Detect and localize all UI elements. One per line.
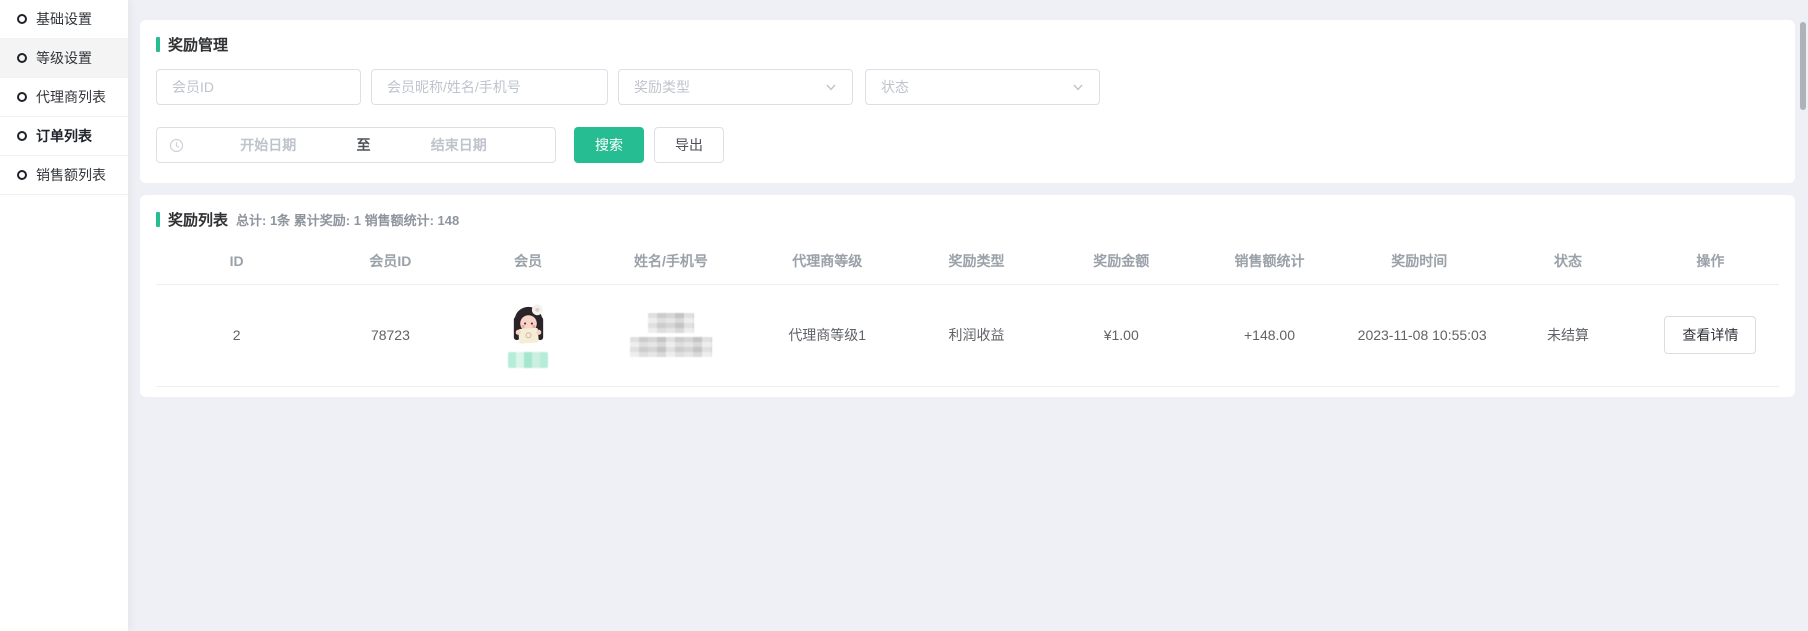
cell-reward-time: 2023-11-08 10:55:03 xyxy=(1344,284,1494,386)
member-nickname-blurred xyxy=(508,352,548,368)
page-title: 奖励管理 xyxy=(168,34,228,55)
col-header-agent-level: 代理商等级 xyxy=(749,238,905,284)
sidebar-item-agent-list[interactable]: 代理商列表 xyxy=(0,78,128,117)
main-content: 奖励管理 奖励类型 状态 xyxy=(128,0,1808,397)
sidebar-item-label: 销售额列表 xyxy=(36,165,106,185)
end-date-placeholder[interactable]: 结束日期 xyxy=(375,135,544,155)
sidebar-item-label: 订单列表 xyxy=(36,126,92,146)
chevron-down-icon xyxy=(1072,81,1084,93)
view-detail-button[interactable]: 查看详情 xyxy=(1664,316,1756,354)
circle-icon xyxy=(17,92,27,102)
list-title: 奖励列表 xyxy=(168,209,228,230)
sidebar-item-level-settings[interactable]: 等级设置 xyxy=(0,39,128,78)
cell-agent-level: 代理商等级1 xyxy=(749,284,905,386)
start-date-placeholder[interactable]: 开始日期 xyxy=(184,135,353,155)
reward-table: ID 会员ID 会员 姓名/手机号 代理商等级 奖励类型 奖励金额 销售额统计 … xyxy=(156,238,1779,387)
status-select-value: 状态 xyxy=(881,77,909,97)
cell-name-phone xyxy=(593,284,749,386)
member-name-input[interactable] xyxy=(371,69,608,105)
reward-filter-card: 奖励管理 奖励类型 状态 xyxy=(140,20,1795,183)
status-select[interactable]: 状态 xyxy=(865,69,1100,105)
search-button[interactable]: 搜索 xyxy=(574,127,644,163)
circle-icon xyxy=(17,14,27,24)
col-header-id: ID xyxy=(156,238,317,284)
cell-action: 查看详情 xyxy=(1642,284,1779,386)
col-header-reward-time: 奖励时间 xyxy=(1344,238,1494,284)
circle-icon xyxy=(17,170,27,180)
member-phone-blurred xyxy=(630,337,712,357)
sidebar: 基础设置 等级设置 代理商列表 订单列表 销售额列表 xyxy=(0,0,128,631)
date-range-picker[interactable]: 开始日期 至 结束日期 xyxy=(156,127,556,163)
col-header-reward-type: 奖励类型 xyxy=(905,238,1047,284)
vertical-scrollbar-thumb[interactable] xyxy=(1800,22,1806,110)
filter-inputs-row: 奖励类型 状态 xyxy=(156,69,1779,105)
table-header-row: ID 会员ID 会员 姓名/手机号 代理商等级 奖励类型 奖励金额 销售额统计 … xyxy=(156,238,1779,284)
accent-bar xyxy=(156,212,160,227)
col-header-name-phone: 姓名/手机号 xyxy=(593,238,749,284)
reward-list-card: 奖励列表 总计: 1条 累计奖励: 1 销售额统计: 148 ID 会员ID 会… xyxy=(140,195,1795,397)
chevron-down-icon xyxy=(825,81,837,93)
col-header-sales-total: 销售额统计 xyxy=(1195,238,1344,284)
list-title-row: 奖励列表 总计: 1条 累计奖励: 1 销售额统计: 148 xyxy=(156,209,1779,230)
table-row: 2 78723 xyxy=(156,284,1779,386)
col-header-action: 操作 xyxy=(1642,238,1779,284)
cell-member-id: 78723 xyxy=(317,284,463,386)
col-header-member-id: 会员ID xyxy=(317,238,463,284)
reward-type-select-value: 奖励类型 xyxy=(634,77,690,97)
sidebar-item-order-list[interactable]: 订单列表 xyxy=(0,117,128,156)
export-button[interactable]: 导出 xyxy=(654,127,724,163)
reward-type-select[interactable]: 奖励类型 xyxy=(618,69,853,105)
date-filter-row: 开始日期 至 结束日期 搜索 导出 xyxy=(156,127,1779,163)
accent-bar xyxy=(156,37,160,52)
col-header-reward-amount: 奖励金额 xyxy=(1048,238,1195,284)
member-name-blurred xyxy=(648,313,694,333)
col-header-member: 会员 xyxy=(464,238,593,284)
member-avatar xyxy=(507,303,550,346)
sidebar-item-label: 代理商列表 xyxy=(36,87,106,107)
clock-icon xyxy=(169,138,184,153)
cell-id: 2 xyxy=(156,284,317,386)
col-header-status: 状态 xyxy=(1494,238,1641,284)
member-id-input[interactable] xyxy=(156,69,361,105)
circle-icon xyxy=(17,131,27,141)
list-summary: 总计: 1条 累计奖励: 1 销售额统计: 148 xyxy=(236,210,459,229)
cell-status: 未结算 xyxy=(1494,284,1641,386)
cell-member xyxy=(464,284,593,386)
sidebar-item-basic-settings[interactable]: 基础设置 xyxy=(0,0,128,39)
section-title-row: 奖励管理 xyxy=(156,34,1779,55)
cell-sales-total: +148.00 xyxy=(1195,284,1344,386)
date-separator: 至 xyxy=(353,135,375,155)
sidebar-item-sales-list[interactable]: 销售额列表 xyxy=(0,156,128,195)
cell-reward-type: 利润收益 xyxy=(905,284,1047,386)
cell-reward-amount: ¥1.00 xyxy=(1048,284,1195,386)
sidebar-item-label: 等级设置 xyxy=(36,48,92,68)
sidebar-item-label: 基础设置 xyxy=(36,9,92,29)
circle-icon xyxy=(17,53,27,63)
